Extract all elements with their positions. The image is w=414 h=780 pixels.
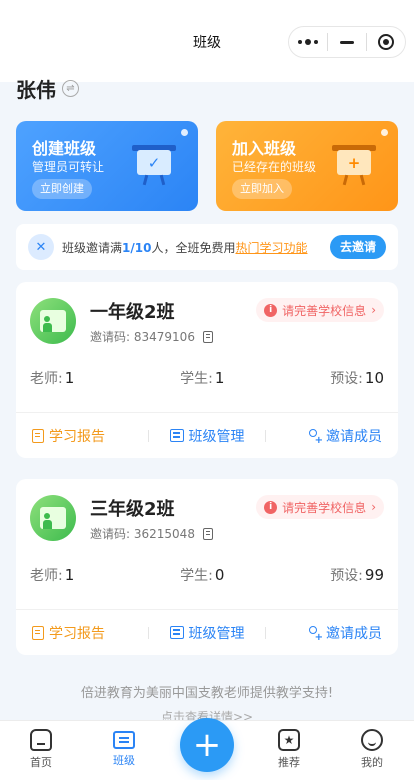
chevron-right-icon: › <box>371 500 376 514</box>
report-icon <box>32 625 44 640</box>
footer-note: 倍进教育为美丽中国支教老师提供教学支持! <box>80 686 334 701</box>
tab-home[interactable]: 首页 <box>11 729 71 770</box>
hot-features-link[interactable]: 热门学习功能 <box>235 241 307 255</box>
class-manage-button[interactable]: 班级管理 <box>149 426 265 446</box>
invite-code: 83479106 <box>133 330 195 344</box>
join-class-card[interactable]: 加入班级 已经存在的班级 立即加入 + <box>216 121 398 211</box>
join-class-subtitle: 已经存在的班级 <box>232 160 317 174</box>
class-stats: 老师: 1 学生: 1 预设: 10 <box>30 368 384 388</box>
class-manage-button[interactable]: 班级管理 <box>149 623 265 643</box>
invite-progress: 1/10 <box>122 240 152 255</box>
class-card[interactable]: 一年级2班 邀请码: 83479106 i 请完善学校信息 › 老师: 1 学生:… <box>16 282 398 458</box>
minimize-button[interactable] <box>328 27 366 57</box>
switch-user-icon[interactable]: ⇌ <box>62 80 79 97</box>
student-count: 学生: 0 <box>180 566 225 584</box>
add-user-icon <box>307 625 323 643</box>
invite-code-row: 邀请码: 83479106 <box>90 328 213 345</box>
more-icon <box>298 39 318 45</box>
manage-icon <box>169 626 184 639</box>
top-bar: 班级 <box>0 0 414 82</box>
manage-icon <box>169 429 184 442</box>
join-class-title: 加入班级 <box>232 139 297 158</box>
chevron-right-icon: › <box>371 303 376 317</box>
complete-school-info-button[interactable]: i 请完善学校信息 › <box>256 495 384 519</box>
create-class-subtitle: 管理员可转让 <box>32 160 105 174</box>
preset-count: 预设: 99 <box>330 566 384 584</box>
tab-recommend[interactable]: ★ 推荐 <box>259 729 319 770</box>
class-actions: 学习报告 班级管理 邀请成员 <box>16 413 398 458</box>
info-icon: i <box>264 500 278 514</box>
invite-member-button[interactable]: 邀请成员 <box>266 426 398 446</box>
minimize-icon <box>340 40 354 44</box>
invite-banner-text: 班级邀请满1/10人，全班免费用热门学习功能 <box>62 240 308 255</box>
copy-icon[interactable] <box>202 330 213 343</box>
copy-icon[interactable] <box>202 527 213 540</box>
class-actions: 学习报告 班级管理 邀请成员 <box>16 610 398 655</box>
invite-member-button[interactable]: 邀请成员 <box>266 623 398 643</box>
decor-dot <box>381 129 388 136</box>
add-user-icon <box>307 428 323 446</box>
study-report-button[interactable]: 学习报告 <box>16 623 148 643</box>
user-name: 张伟 <box>16 78 56 102</box>
class-board-icon <box>113 731 135 749</box>
create-class-title: 创建班级 <box>32 139 97 158</box>
student-count: 学生: 1 <box>180 369 225 387</box>
add-fab-button[interactable]: + <box>180 718 234 772</box>
teacher-count: 老师: 1 <box>30 566 75 584</box>
decor-dot <box>181 129 188 136</box>
tab-mine[interactable]: 我的 <box>342 729 402 770</box>
teacher-count: 老师: 1 <box>30 369 75 387</box>
go-invite-button[interactable]: 去邀请 <box>329 235 386 259</box>
report-icon <box>32 428 44 443</box>
user-row: 张伟 ⇌ <box>16 74 79 103</box>
class-name: 三年级2班 <box>90 499 175 520</box>
more-button[interactable] <box>289 27 327 57</box>
complete-school-info-button[interactable]: i 请完善学校信息 › <box>256 298 384 322</box>
preset-count: 预设: 10 <box>330 369 384 387</box>
class-avatar <box>30 298 76 344</box>
study-report-button[interactable]: 学习报告 <box>16 426 148 446</box>
target-icon <box>378 34 394 50</box>
info-icon: i <box>264 303 278 317</box>
invite-code-row: 邀请码: 36215048 <box>90 525 213 542</box>
class-name: 一年级2班 <box>90 302 175 323</box>
home-icon <box>30 729 52 751</box>
blackboard-plus-icon: + <box>332 145 376 186</box>
invite-banner: ✕ 班级邀请满1/10人，全班免费用热门学习功能 去邀请 <box>16 224 398 270</box>
miniprogram-capsule <box>288 26 406 58</box>
invite-code: 36215048 <box>133 527 195 541</box>
class-avatar <box>30 495 76 541</box>
create-class-card[interactable]: 创建班级 管理员可转让 立即创建 ✓ <box>16 121 198 211</box>
tab-class[interactable]: 班级 <box>94 729 154 768</box>
close-miniprogram-button[interactable] <box>367 27 405 57</box>
create-now-button[interactable]: 立即创建 <box>32 179 92 199</box>
class-stats: 老师: 1 学生: 0 预设: 99 <box>30 565 384 585</box>
blackboard-check-icon: ✓ <box>132 145 176 186</box>
gift-icon: ✕ <box>28 234 54 260</box>
join-now-button[interactable]: 立即加入 <box>232 179 292 199</box>
star-icon: ★ <box>278 729 300 751</box>
smile-icon <box>361 729 383 751</box>
class-card[interactable]: 三年级2班 邀请码: 36215048 i 请完善学校信息 › 老师: 1 学生:… <box>16 479 398 655</box>
